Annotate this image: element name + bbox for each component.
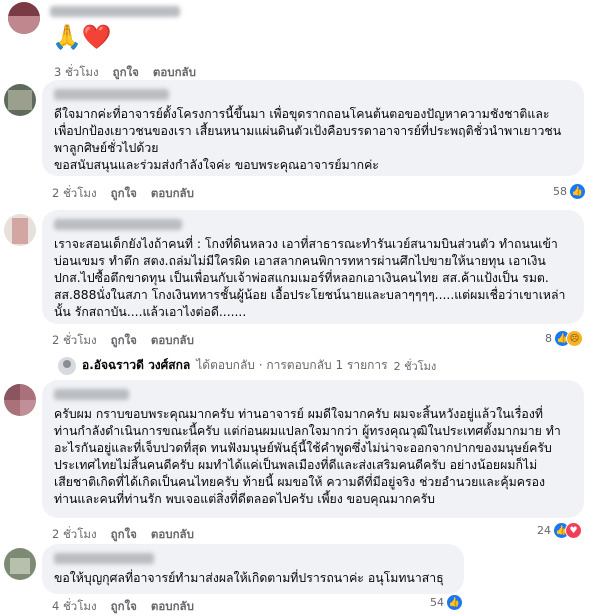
- like-button[interactable]: ถูกใจ: [111, 599, 137, 613]
- reply-summary: ได้ตอบกลับ · การตอบกลับ 1 รายการ: [196, 358, 388, 372]
- reply-button[interactable]: ตอบกลับ: [151, 333, 194, 347]
- reaction-summary[interactable]: 58 👍: [553, 184, 585, 199]
- comment-text: ขอให้บุญกุศลที่อาจารย์ทำมาส่งผลให้เกิดตา…: [54, 571, 444, 585]
- like-button[interactable]: ถูกใจ: [111, 527, 137, 541]
- reply-button[interactable]: ตอบกลับ: [151, 527, 194, 541]
- avatar[interactable]: [4, 84, 36, 116]
- comment-time[interactable]: 2 ชั่วโมง: [52, 527, 97, 541]
- comment-text: ดีใจมากค่ะที่อาจารย์ตั้งโครงการนี้ขึ้นมา…: [54, 107, 562, 172]
- like-button[interactable]: ถูกใจ: [111, 333, 137, 347]
- avatar[interactable]: [4, 548, 36, 580]
- comment-time[interactable]: 4 ชั่วโมง: [52, 599, 97, 613]
- comment-actions: 4 ชั่วโมง ถูกใจ ตอบกลับ: [52, 598, 204, 616]
- like-icon: 👍: [570, 184, 585, 199]
- comment-bubble: ครับผม กราบขอบพระคุณมากครับ ท่านอาจารย์ …: [42, 380, 584, 518]
- commenter-name[interactable]: [50, 6, 180, 17]
- comment-time[interactable]: 2 ชั่วโมง: [52, 333, 97, 347]
- commenter-name[interactable]: [54, 219, 182, 230]
- comment-bubble: ดีใจมากค่ะที่อาจารย์ตั้งโครงการนี้ขึ้นมา…: [42, 80, 584, 176]
- reply-time: 2 ชั่วโมง: [393, 359, 437, 373]
- reply-author: อ.อัจฉราวดี วงศ์สกล: [82, 358, 191, 372]
- comment-text: 🙏❤️: [52, 23, 112, 51]
- reaction-summary[interactable]: 54 👍: [430, 595, 462, 610]
- comment-text: เราจะสอนเด็กยังไงถ้าคนที่ : โกงที่ดินหลว…: [54, 237, 566, 319]
- comment-bubble: ขอให้บุญกุศลที่อาจารย์ทำมาส่งผลให้เกิดตา…: [42, 544, 464, 594]
- reaction-count: 58: [553, 185, 567, 198]
- reaction-summary[interactable]: 8 👍 ☹: [545, 331, 582, 346]
- heart-icon: ♥: [566, 523, 581, 538]
- reply-button[interactable]: ตอบกลับ: [151, 599, 194, 613]
- reaction-count: 54: [430, 596, 444, 609]
- reaction-summary[interactable]: 24 👍 ♥: [537, 523, 581, 538]
- commenter-name[interactable]: [54, 389, 129, 400]
- avatar[interactable]: [8, 2, 40, 34]
- reply-button[interactable]: ตอบกลับ: [153, 65, 196, 79]
- like-button[interactable]: ถูกใจ: [111, 186, 137, 200]
- reaction-count: 8: [545, 332, 552, 345]
- sad-icon: ☹: [567, 331, 582, 346]
- like-button[interactable]: ถูกใจ: [113, 65, 139, 79]
- comment-text: ครับผม กราบขอบพระคุณมากครับ ท่านอาจารย์ …: [54, 407, 561, 506]
- view-replies-link[interactable]: อ.อัจฉราวดี วงศ์สกล ได้ตอบกลับ · การตอบก…: [58, 356, 436, 375]
- comment-time[interactable]: 2 ชั่วโมง: [52, 186, 97, 200]
- like-icon: 👍: [447, 595, 462, 610]
- comment-time[interactable]: 3 ชั่วโมง: [54, 65, 99, 79]
- commenter-name[interactable]: [54, 553, 154, 564]
- reaction-count: 24: [537, 524, 551, 537]
- comment-bubble: เราจะสอนเด็กยังไงถ้าคนที่ : โกงที่ดินหลว…: [42, 210, 584, 324]
- avatar[interactable]: [4, 214, 36, 246]
- comment-actions: 2 ชั่วโมง ถูกใจ ตอบกลับ: [52, 185, 204, 203]
- comment-actions: 2 ชั่วโมง ถูกใจ ตอบกลับ: [52, 526, 204, 544]
- avatar[interactable]: [4, 384, 36, 416]
- comment-actions: 2 ชั่วโมง ถูกใจ ตอบกลับ: [52, 332, 204, 350]
- reply-avatar: [58, 356, 76, 375]
- commenter-name[interactable]: [54, 89, 169, 100]
- reply-button[interactable]: ตอบกลับ: [151, 186, 194, 200]
